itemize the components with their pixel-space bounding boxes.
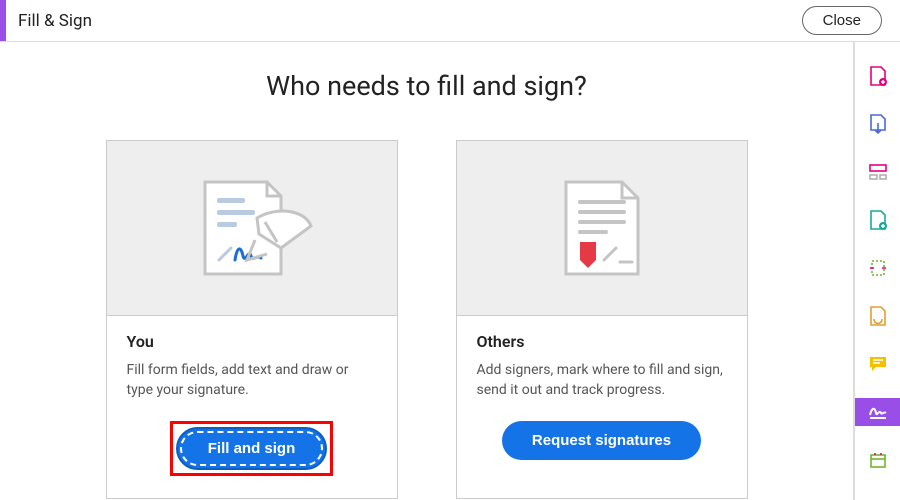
panel-title: Fill & Sign	[18, 11, 92, 31]
close-button[interactable]: Close	[802, 6, 882, 35]
card-body-others: Others Add signers, mark where to fill a…	[457, 316, 747, 482]
cards-row: You Fill form fields, add text and draw …	[40, 140, 813, 499]
card-desc-others: Add signers, mark where to fill and sign…	[477, 361, 727, 401]
illustration-you	[107, 141, 397, 316]
main-panel: Who needs to fill and sign?	[0, 42, 854, 500]
create-pdf-icon[interactable]	[855, 62, 900, 90]
card-title-others: Others	[477, 332, 727, 351]
edit-pdf-icon[interactable]	[855, 158, 900, 186]
comment-icon[interactable]	[855, 350, 900, 378]
card-others: Others Add signers, mark where to fill a…	[456, 140, 748, 499]
card-title-you: You	[127, 332, 377, 351]
headline: Who needs to fill and sign?	[40, 70, 813, 102]
combine-files-icon[interactable]	[855, 206, 900, 234]
more-tools-icon[interactable]	[855, 446, 900, 474]
accent-stripe	[0, 0, 6, 41]
organize-pages-icon[interactable]	[855, 254, 900, 282]
document-stamp-icon	[542, 168, 662, 288]
fill-and-sign-button[interactable]: Fill and sign	[176, 427, 328, 470]
request-signatures-button[interactable]: Request signatures	[502, 421, 701, 460]
document-sign-icon	[177, 168, 327, 288]
topbar-left: Fill & Sign	[0, 0, 92, 41]
export-pdf-icon[interactable]	[855, 110, 900, 138]
card-desc-you: Fill form fields, add text and draw or t…	[127, 361, 377, 401]
illustration-others	[457, 141, 747, 316]
card-you: You Fill form fields, add text and draw …	[106, 140, 398, 499]
redact-icon[interactable]	[855, 302, 900, 330]
fill-sign-icon[interactable]	[855, 398, 900, 426]
right-tool-rail	[854, 42, 900, 500]
highlight-frame: Fill and sign	[170, 421, 334, 476]
card-body-you: You Fill form fields, add text and draw …	[107, 316, 397, 498]
topbar: Fill & Sign Close	[0, 0, 900, 42]
